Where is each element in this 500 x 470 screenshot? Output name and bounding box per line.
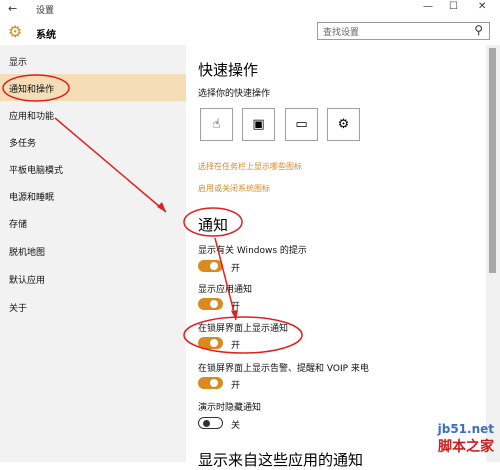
taskbar-icons-link[interactable]: 选择在任务栏上显示哪些图标 xyxy=(198,161,302,172)
maximize-icon[interactable]: ☐ xyxy=(449,1,458,12)
toggle-state-label: 开 xyxy=(231,302,241,312)
watermark-text: 脚本之家 xyxy=(438,439,494,455)
close-icon[interactable]: ✕ xyxy=(478,1,486,12)
minimize-icon[interactable]: — xyxy=(423,1,433,12)
note-icon: ▭ xyxy=(295,117,308,132)
app-notifications-toggle[interactable] xyxy=(198,298,223,310)
sidebar-item-label: 关于 xyxy=(9,304,28,314)
watermark: jb51.net 脚本之家 xyxy=(438,422,494,456)
window-title: 设置 xyxy=(36,6,55,16)
sidebar-item-label: 应用和功能 xyxy=(9,112,55,122)
sidebar-item-about[interactable]: 关于 xyxy=(0,293,186,320)
search-placeholder: 查找设置 xyxy=(323,28,360,38)
watermark-url: jb51.net xyxy=(437,422,494,436)
quick-action-tablet-mode-button[interactable]: ☝ xyxy=(200,108,233,141)
search-input[interactable]: 查找设置 ⚲ xyxy=(317,22,490,40)
setting-label: 显示应用通知 xyxy=(198,285,253,295)
setting-label: 显示有关 Windows 的提示 xyxy=(198,246,307,256)
gear-icon: ⚙ xyxy=(8,22,23,41)
hide-when-presenting-toggle[interactable] xyxy=(198,417,223,429)
sidebar-item-multitasking[interactable]: 多任务 xyxy=(0,128,186,155)
sidebar-item-label: 存储 xyxy=(9,220,28,230)
page-title: 系统 xyxy=(36,30,56,41)
sidebar-item-label: 显示 xyxy=(9,58,28,68)
sidebar-item-label: 平板电脑模式 xyxy=(9,166,64,176)
sidebar-item-notifications[interactable]: 通知和操作 xyxy=(0,74,186,101)
toggle-state-label: 开 xyxy=(231,381,241,391)
quick-action-connect-button[interactable]: ▣ xyxy=(242,108,275,141)
lock-screen-alarms-toggle[interactable] xyxy=(198,377,223,389)
toggle-state-label: 关 xyxy=(231,421,241,431)
sidebar-item-power-sleep[interactable]: 电源和睡眠 xyxy=(0,182,186,209)
sidebar-item-label: 默认应用 xyxy=(9,276,46,286)
setting-label: 在锁屏界面上显示通知 xyxy=(198,324,289,334)
quick-actions-subheading: 选择你的快速操作 xyxy=(198,89,271,99)
search-icon[interactable]: ⚲ xyxy=(474,23,483,37)
sidebar-item-offline-maps[interactable]: 脱机地图 xyxy=(0,237,186,264)
lock-screen-notifications-toggle[interactable] xyxy=(198,337,223,349)
sidebar-item-storage[interactable]: 存储 xyxy=(0,209,186,236)
quick-action-settings-button[interactable]: ⚙ xyxy=(327,108,360,141)
sidebar-item-default-apps[interactable]: 默认应用 xyxy=(0,265,186,292)
settings-gear-icon: ⚙ xyxy=(337,117,350,132)
sidebar-item-label: 多任务 xyxy=(9,139,37,149)
sidebar-item-label: 脱机地图 xyxy=(9,248,46,258)
sidebar-item-apps[interactable]: 应用和功能 xyxy=(0,101,186,128)
system-icons-link[interactable]: 启用或关闭系统图标 xyxy=(198,183,270,194)
sidebar-item-label: 通知和操作 xyxy=(9,85,55,95)
notifications-heading: 通知 xyxy=(198,216,229,234)
sidebar-item-display[interactable]: 显示 xyxy=(0,47,186,74)
toggle-state-label: 开 xyxy=(231,264,241,274)
sidebar-item-tablet-mode[interactable]: 平板电脑模式 xyxy=(0,155,186,182)
scrollbar-thumb[interactable] xyxy=(489,48,496,273)
tablet-mode-icon: ☝ xyxy=(212,117,221,132)
setting-label: 在锁屏界面上显示告警、提醒和 VOIP 来电 xyxy=(198,364,369,374)
sidebar-item-label: 电源和睡眠 xyxy=(9,193,55,203)
app-notifications-heading: 显示来自这些应用的通知 xyxy=(198,451,364,469)
toggle-state-label: 开 xyxy=(231,341,241,351)
windows-tips-toggle[interactable] xyxy=(198,260,223,272)
quick-actions-heading: 快速操作 xyxy=(198,61,259,79)
connect-display-icon: ▣ xyxy=(252,117,265,132)
setting-label: 演示时隐藏通知 xyxy=(198,403,262,413)
sidebar: 显示 通知和操作 应用和功能 多任务 平板电脑模式 电源和睡眠 存储 脱机地图 … xyxy=(0,45,186,462)
quick-action-note-button[interactable]: ▭ xyxy=(285,108,318,141)
back-arrow-icon[interactable]: ← xyxy=(8,2,17,15)
title-bar: ← 设置 — ☐ ✕ xyxy=(0,0,500,18)
